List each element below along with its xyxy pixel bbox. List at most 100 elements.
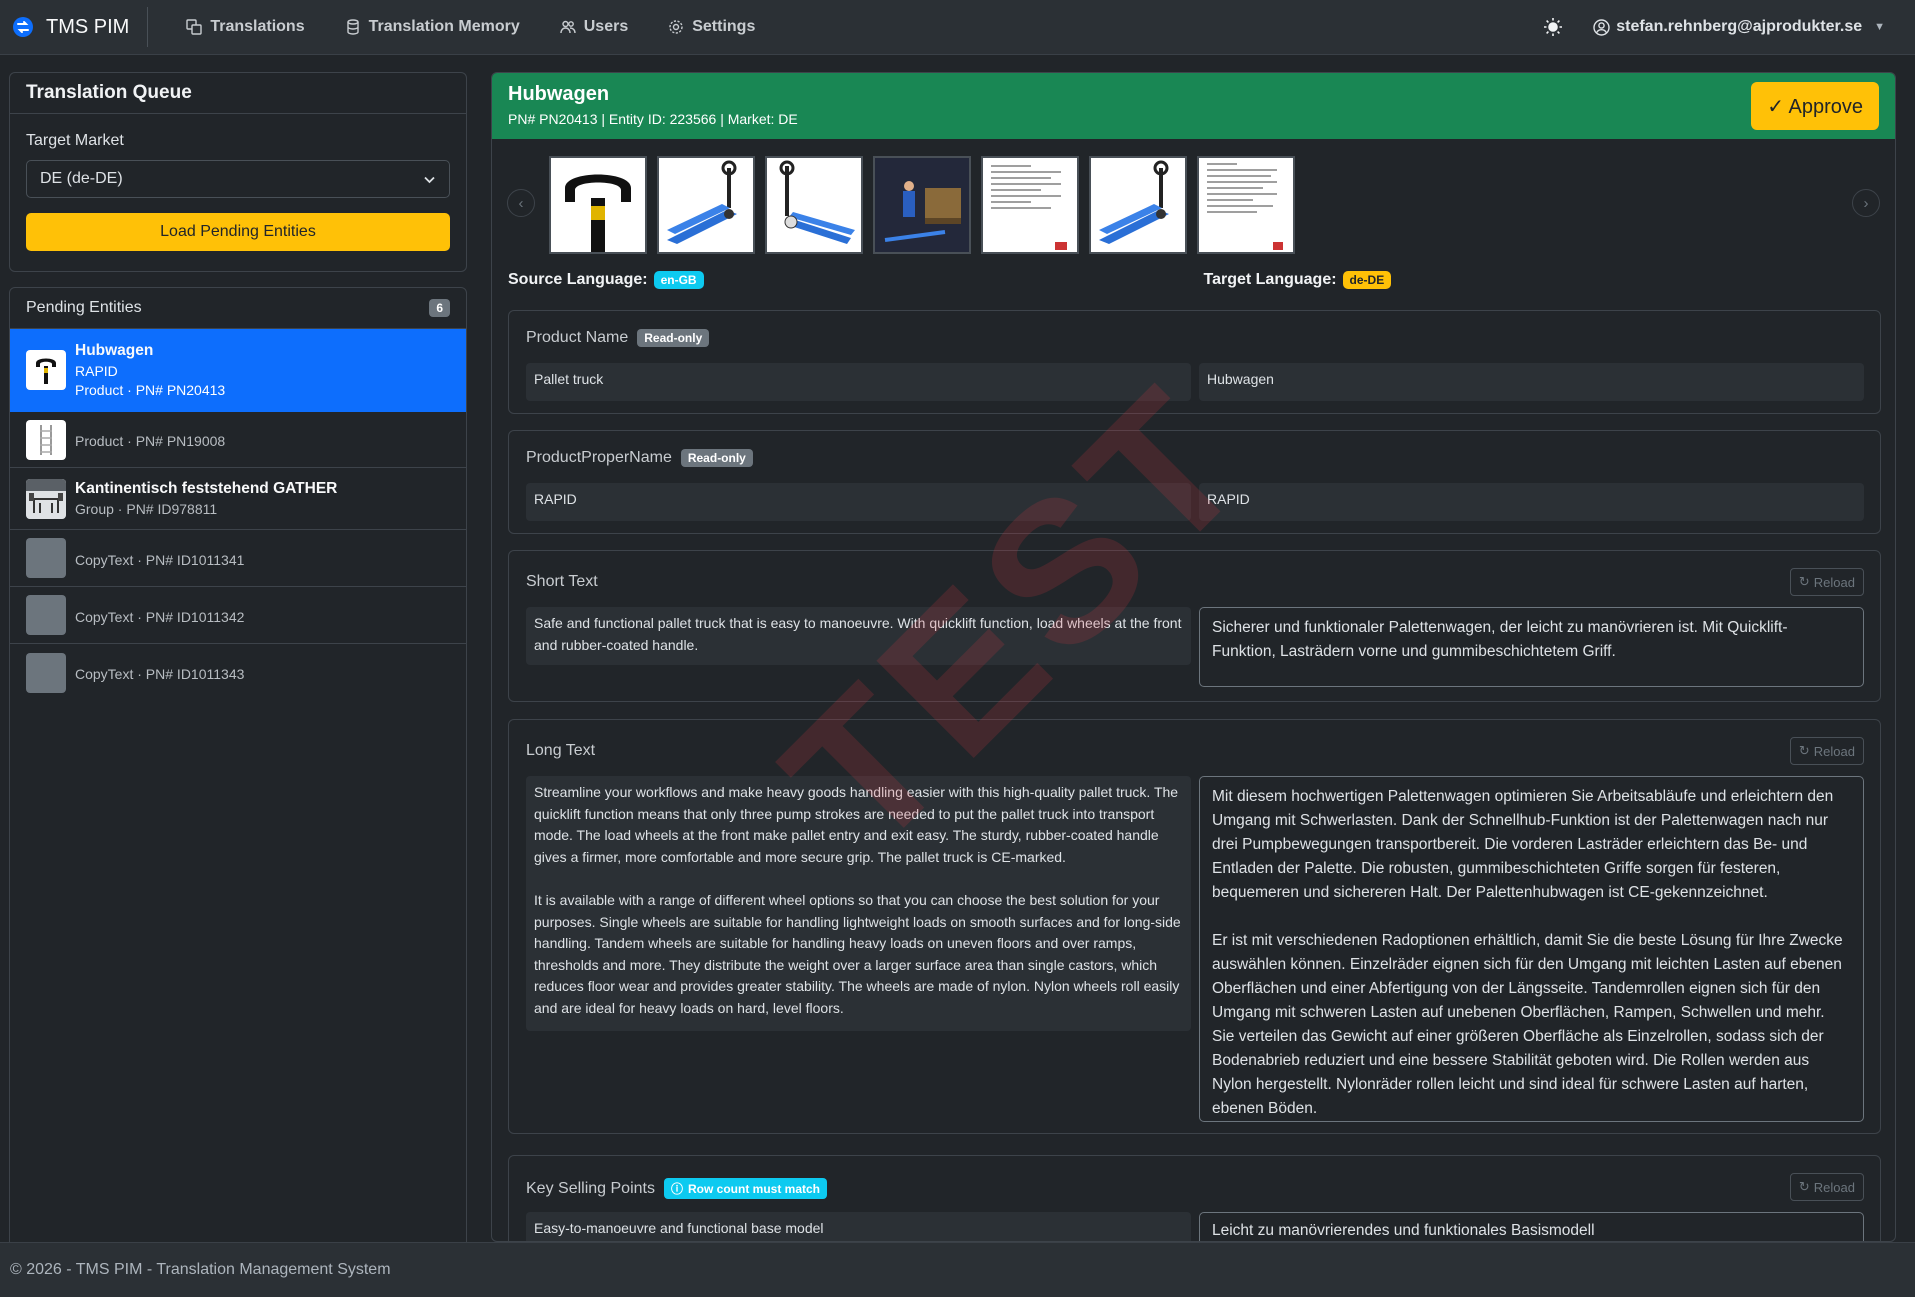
canteen-table-thumbnail	[26, 478, 66, 519]
gallery-image[interactable]	[549, 156, 647, 254]
nav-settings[interactable]: Settings	[648, 7, 775, 47]
brand-name: TMS PIM	[46, 15, 130, 38]
source-language-label: Source Language:	[508, 271, 648, 288]
pending-count-badge: 6	[429, 299, 450, 317]
entity-meta: PN# PN20413 | Entity ID: 223566 | Market…	[508, 111, 798, 127]
gallery-image[interactable]	[1089, 156, 1187, 254]
chevron-left-icon: ‹	[518, 194, 524, 212]
language-row: Source Language: en-GB Target Language: …	[508, 271, 1879, 289]
nav-translations[interactable]: Translations	[166, 7, 324, 47]
entity-header: Hubwagen PN# PN20413 | Entity ID: 223566…	[492, 73, 1895, 139]
gallery-image[interactable]	[981, 156, 1079, 254]
field-label: Key Selling Points	[526, 1179, 655, 1197]
placeholder-thumbnail	[26, 538, 66, 578]
reload-button[interactable]: ↻ Reload	[1789, 1173, 1864, 1201]
entity-name: Hubwagen	[75, 342, 154, 359]
nav-settings-label: Settings	[692, 18, 756, 35]
translate-icon	[186, 19, 203, 35]
field-label: Product Name	[526, 329, 629, 346]
product-name-field: Product Name Read-only Pallet truck Hubw…	[508, 310, 1881, 414]
caret-down-icon: ▼	[1874, 21, 1885, 33]
source-value: RAPID	[526, 483, 1191, 521]
key-selling-points-field: Key Selling Points ⓘ Row count must matc…	[508, 1155, 1881, 1241]
reload-icon: ↻	[1798, 743, 1810, 758]
gallery-next-button[interactable]: ›	[1852, 189, 1880, 217]
proper-name-field: ProductProperName Read-only RAPID RAPID	[508, 430, 1881, 534]
key-selling-points-target-textarea[interactable]: Leicht zu manövrierendes und funktionale…	[1199, 1212, 1864, 1241]
entity-list-item[interactable]: Hubwagen RAPID Product · PN# PN20413	[10, 329, 466, 412]
gallery-image[interactable]	[765, 156, 863, 254]
chevron-down-icon	[424, 176, 435, 183]
footer-text: © 2026 - TMS PIM - Translation Managemen…	[10, 1261, 391, 1278]
entity-title: Hubwagen	[508, 83, 610, 105]
reload-button[interactable]: ↻ Reload	[1789, 568, 1864, 596]
load-pending-entities-button[interactable]: Load Pending Entities	[26, 213, 450, 251]
brand[interactable]: TMS PIM	[0, 7, 149, 47]
entity-list-item[interactable]: Product · PN# PN19008	[10, 412, 466, 468]
entity-list-item[interactable]: CopyText · PN# ID1011343	[10, 644, 466, 701]
row-count-badge: ⓘ Row count must match	[663, 1178, 827, 1199]
user-menu[interactable]: stefan.rehnberg@ajprodukter.se ▼	[1593, 18, 1885, 36]
shelf-thumbnail	[26, 419, 66, 460]
target-language-label: Target Language:	[1203, 271, 1337, 288]
field-label: Short Text	[526, 573, 598, 590]
short-text-field: Short Text ↻ Reload Safe and functional …	[508, 550, 1881, 702]
short-text-target-textarea[interactable]: Sicherer und funktionaler Palettenwagen,…	[1199, 607, 1864, 687]
entity-type-pn: CopyText · PN# ID1011342	[75, 608, 245, 625]
read-only-badge: Read-only	[637, 329, 710, 347]
pending-entities-header: Pending Entities 6	[10, 288, 466, 329]
sun-icon[interactable]	[1543, 17, 1563, 37]
field-label: Long Text	[526, 742, 596, 759]
placeholder-thumbnail	[26, 595, 66, 635]
nav-translation-memory[interactable]: Translation Memory	[325, 7, 540, 47]
read-only-badge: Read-only	[680, 449, 753, 467]
reload-icon: ↻	[1798, 1179, 1810, 1194]
reload-button[interactable]: ↻ Reload	[1789, 737, 1864, 765]
top-navbar: TMS PIM Translations Translation Memory …	[0, 0, 1915, 55]
entity-list-item[interactable]: CopyText · PN# ID1011342	[10, 587, 466, 644]
entity-type-pn: CopyText · PN# ID1011341	[75, 551, 245, 568]
entity-editor-card: Hubwagen PN# PN20413 | Entity ID: 223566…	[491, 72, 1896, 1242]
gallery-prev-button[interactable]: ‹	[507, 189, 535, 217]
nav-translations-label: Translations	[210, 18, 305, 35]
entity-type-pn: Product · PN# PN19008	[75, 433, 226, 449]
brand-logo-icon	[13, 17, 33, 37]
nav-translation-memory-label: Translation Memory	[368, 18, 520, 35]
reload-label: Reload	[1813, 1179, 1855, 1195]
long-text-target-textarea[interactable]: Mit diesem hochwertigen Palettenwagen op…	[1199, 776, 1864, 1122]
user-circle-icon	[1593, 18, 1610, 36]
gallery-image[interactable]	[873, 156, 971, 254]
target-market-label: Target Market	[26, 132, 124, 149]
approve-button[interactable]: ✓ Approve	[1751, 82, 1879, 130]
info-icon: ⓘ	[670, 1182, 683, 1196]
user-email: stefan.rehnberg@ajprodukter.se	[1616, 18, 1863, 35]
reload-label: Reload	[1813, 574, 1855, 590]
pallet-truck-thumbnail	[26, 350, 66, 390]
nav-users-label: Users	[583, 18, 629, 35]
entity-list-item[interactable]: Kantinentisch feststehend GATHER Group ·…	[10, 468, 466, 530]
placeholder-thumbnail	[26, 652, 66, 693]
target-language-badge: de-DE	[1342, 271, 1392, 289]
gallery-image[interactable]	[1197, 156, 1295, 254]
entity-type-pn: Group · PN# ID978811	[75, 501, 218, 517]
source-value: Streamline your workflows and make heavy…	[526, 776, 1191, 1031]
entity-proper-name: RAPID	[75, 363, 118, 379]
pending-entities-panel: Pending Entities 6 Hubwagen RAPID Produc…	[9, 287, 467, 1287]
source-value: Safe and functional pallet truck that is…	[526, 607, 1191, 665]
database-icon	[346, 19, 359, 35]
entity-list-item[interactable]: CopyText · PN# ID1011341	[10, 530, 466, 587]
entity-type-pn: CopyText · PN# ID1011343	[75, 666, 245, 682]
pending-entities-title: Pending Entities	[26, 299, 142, 316]
source-value: Easy-to-manoeuvre and functional base mo…	[526, 1212, 1191, 1241]
gallery-image[interactable]	[657, 156, 755, 254]
target-market-select[interactable]: DE (de-DE)	[26, 160, 450, 198]
entity-name: Kantinentisch feststehend GATHER	[75, 480, 338, 497]
row-count-text: Row count must match	[687, 1181, 820, 1196]
field-label: ProductProperName	[526, 449, 672, 466]
nav-users[interactable]: Users	[540, 7, 648, 47]
gear-icon	[669, 20, 683, 34]
footer: © 2026 - TMS PIM - Translation Managemen…	[0, 1242, 1915, 1297]
source-language-badge: en-GB	[653, 271, 704, 289]
target-market-value: DE (de-DE)	[40, 170, 123, 187]
chevron-right-icon: ›	[1863, 194, 1869, 212]
